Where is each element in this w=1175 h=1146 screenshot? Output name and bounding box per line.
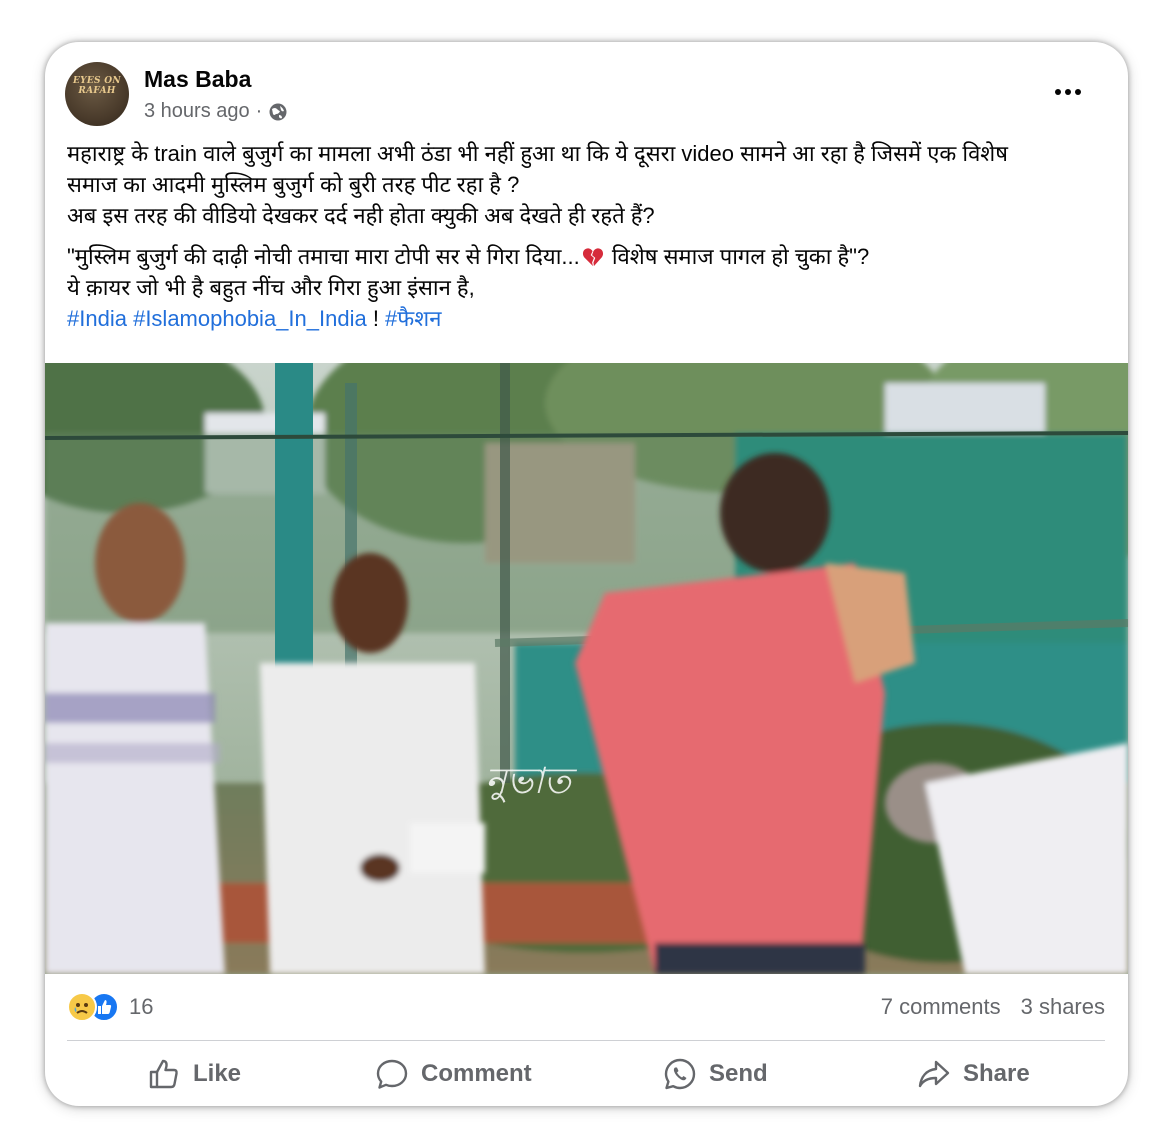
whatsapp-icon xyxy=(664,1058,696,1090)
share-label: Share xyxy=(963,1060,1030,1087)
hashtag-link[interactable]: #Islamophobia_In_India xyxy=(133,306,367,331)
post-text-line: समाज का आदमी मुस्लिम बुजुर्ग को बुरी तरह… xyxy=(67,172,520,197)
like-label: Like xyxy=(193,1060,242,1087)
post-card: EYES ON RAFAH Mas Baba 3 hours ago · महा… xyxy=(45,42,1128,1106)
more-dot xyxy=(1075,89,1081,95)
reaction-count: 16 xyxy=(129,994,154,1019)
globe-icon xyxy=(269,103,287,120)
comment-label: Comment xyxy=(421,1060,532,1087)
shares-count[interactable]: 3 shares xyxy=(1021,994,1105,1020)
hashtag-link[interactable]: #India xyxy=(67,306,127,331)
engagement-counts: 7 comments 3 shares xyxy=(881,994,1105,1020)
send-label: Send xyxy=(709,1060,768,1087)
avatar[interactable]: EYES ON RAFAH xyxy=(65,62,129,126)
post-header: EYES ON RAFAH Mas Baba 3 hours ago · xyxy=(65,62,1108,126)
divider xyxy=(67,1040,1105,1041)
comment-button[interactable]: Comment xyxy=(375,1050,532,1098)
comments-count[interactable]: 7 comments xyxy=(881,994,1001,1020)
action-bar: Like Comment Send Share xyxy=(67,1050,1105,1098)
quote-text: "मुस्लिम बुजुर्ग की दाढ़ी नोची तमाचा मार… xyxy=(67,244,580,269)
post-text-line: अब इस तरह की वीडियो देखकर दर्द नही होता … xyxy=(67,203,655,228)
share-arrow-icon xyxy=(918,1060,950,1088)
thumbs-up-icon xyxy=(149,1059,178,1089)
sad-reaction-icon xyxy=(67,992,97,1022)
reactions-summary[interactable]: 16 xyxy=(67,992,153,1022)
more-dot xyxy=(1065,89,1071,95)
post-video[interactable]: নুভাত xyxy=(45,363,1128,974)
post-text-line: ये क़ायर जो भी है बहुत नींच और गिरा हुआ … xyxy=(67,275,475,300)
post-quote-line: "मुस्लिम बुजुर्ग की दाढ़ी नोची तमाचा मार… xyxy=(67,241,1112,272)
post-text: महाराष्ट्र के train वाले बुजुर्ग का मामल… xyxy=(67,138,1112,334)
more-dot xyxy=(1055,89,1061,95)
quote-text: विशेष समाज पागल हो चुका है"? xyxy=(605,244,870,269)
hashtag-separator: ! xyxy=(366,306,386,331)
more-options-icon[interactable] xyxy=(1048,80,1088,104)
author-name[interactable]: Mas Baba xyxy=(144,66,251,93)
video-watermark: নুভাত xyxy=(485,761,578,804)
meta-separator: · xyxy=(255,100,263,122)
avatar-logo-text: EYES ON RAFAH xyxy=(73,76,121,96)
video-frame: নুভাত xyxy=(45,363,1128,974)
broken-heart-icon xyxy=(582,248,603,267)
post-meta: 3 hours ago · xyxy=(144,100,288,123)
comment-icon xyxy=(376,1059,408,1089)
hashtag-line: #India #Islamophobia_In_India ! #फैशन xyxy=(67,303,1112,334)
hashtag-link[interactable]: #फैशन xyxy=(385,306,441,331)
post-text-line: महाराष्ट्र के train वाले बुजुर्ग का मामल… xyxy=(67,141,1008,166)
send-button[interactable]: Send xyxy=(663,1050,768,1098)
share-button[interactable]: Share xyxy=(917,1050,1030,1098)
post-stats: 16 7 comments 3 shares xyxy=(67,992,1105,1024)
post-timestamp[interactable]: 3 hours ago xyxy=(144,100,250,123)
like-button[interactable]: Like xyxy=(147,1050,241,1098)
